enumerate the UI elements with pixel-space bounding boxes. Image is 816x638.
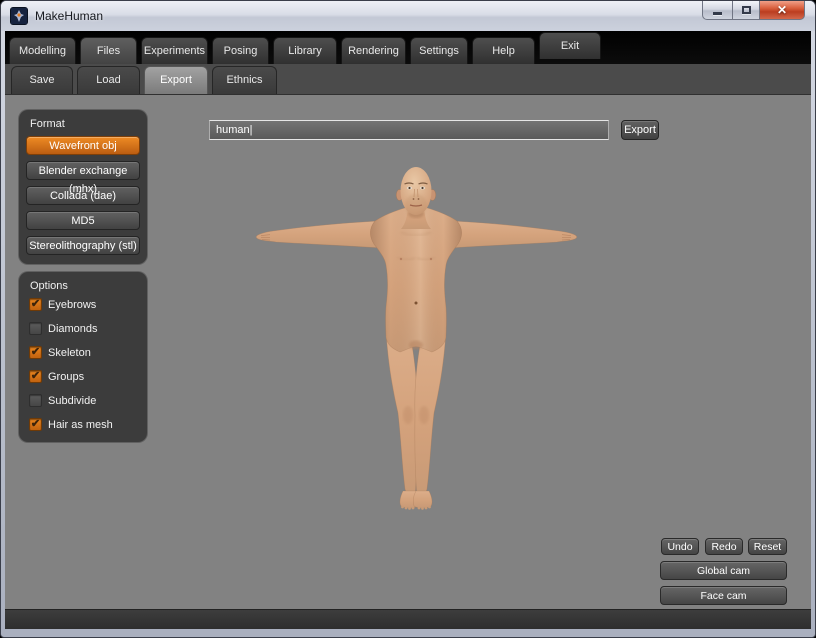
checkbox-hair-as-mesh-box[interactable]: ✔: [29, 418, 42, 431]
checkbox-hair-as-mesh[interactable]: ✔ Hair as mesh: [29, 418, 140, 431]
face-cam-button[interactable]: Face cam: [660, 586, 787, 605]
checkbox-diamonds-label: Diamonds: [48, 323, 98, 335]
checkbox-groups-box[interactable]: ✔: [29, 370, 42, 383]
tab-settings[interactable]: Settings: [410, 37, 468, 64]
tab-load[interactable]: Load: [77, 66, 140, 94]
maximize-icon: [742, 6, 751, 14]
format-panel: Format Wavefront obj Blender exchange (m…: [19, 110, 147, 264]
tab-files[interactable]: Files: [80, 37, 137, 64]
tab-export[interactable]: Export: [144, 66, 208, 94]
makehuman-window: MakeHuman ✕ Modelling Files Experiments …: [0, 0, 816, 638]
check-icon: ✔: [31, 347, 40, 358]
checkbox-groups-label: Groups: [48, 371, 84, 383]
checkbox-groups[interactable]: ✔ Groups: [29, 370, 140, 383]
tab-modelling[interactable]: Modelling: [9, 37, 76, 64]
redo-button[interactable]: Redo: [705, 538, 743, 555]
checkbox-skeleton[interactable]: ✔ Skeleton: [29, 346, 140, 359]
tab-ethnics[interactable]: Ethnics: [212, 66, 277, 94]
files-sub-tab-bar: Save Load Export Ethnics: [5, 64, 811, 95]
check-icon: ✔: [31, 299, 40, 310]
global-cam-button[interactable]: Global cam: [660, 561, 787, 580]
minimize-icon: [713, 12, 722, 15]
tab-experiments[interactable]: Experiments: [141, 37, 208, 64]
tab-rendering[interactable]: Rendering: [341, 37, 406, 64]
checkbox-eyebrows-label: Eyebrows: [48, 299, 96, 311]
check-icon: ✔: [31, 371, 40, 382]
format-blender-mhx[interactable]: Blender exchange (mhx): [26, 161, 140, 180]
minimize-button[interactable]: [702, 1, 732, 20]
options-panel: Options ✔ Eyebrows Diamonds ✔ Skeleton ✔…: [19, 272, 147, 442]
format-panel-title: Format: [30, 118, 140, 130]
checkbox-hair-as-mesh-label: Hair as mesh: [48, 419, 113, 431]
tab-help[interactable]: Help: [472, 37, 535, 64]
tab-posing[interactable]: Posing: [212, 37, 269, 64]
checkbox-diamonds-box[interactable]: [29, 322, 42, 335]
check-icon: ✔: [31, 419, 40, 430]
reset-button[interactable]: Reset: [748, 538, 787, 555]
app-icon: [10, 7, 28, 25]
window-content: Modelling Files Experiments Posing Libra…: [5, 31, 811, 629]
tab-save[interactable]: Save: [11, 66, 73, 94]
close-icon: ✕: [777, 3, 787, 17]
checkbox-subdivide[interactable]: Subdivide: [29, 394, 140, 407]
format-md5[interactable]: MD5: [26, 211, 140, 230]
window-title: MakeHuman: [35, 9, 103, 23]
window-controls: ✕: [702, 1, 805, 20]
checkbox-diamonds[interactable]: Diamonds: [29, 322, 140, 335]
viewport-3d[interactable]: Format Wavefront obj Blender exchange (m…: [5, 95, 811, 609]
undo-button[interactable]: Undo: [661, 538, 699, 555]
checkbox-eyebrows[interactable]: ✔ Eyebrows: [29, 298, 140, 311]
export-button[interactable]: Export: [621, 120, 659, 140]
tab-library[interactable]: Library: [273, 37, 337, 64]
checkbox-subdivide-label: Subdivide: [48, 395, 96, 407]
title-bar[interactable]: MakeHuman ✕: [1, 1, 815, 31]
main-menu-bar: Modelling Files Experiments Posing Libra…: [5, 31, 811, 64]
options-panel-title: Options: [30, 280, 140, 292]
tab-exit[interactable]: Exit: [539, 32, 601, 59]
export-filename-input[interactable]: [209, 120, 609, 140]
format-wavefront-obj[interactable]: Wavefront obj: [26, 136, 140, 155]
format-stereolithography-stl[interactable]: Stereolithography (stl): [26, 236, 140, 255]
checkbox-skeleton-label: Skeleton: [48, 347, 91, 359]
checkbox-eyebrows-box[interactable]: ✔: [29, 298, 42, 311]
close-button[interactable]: ✕: [760, 1, 805, 20]
checkbox-skeleton-box[interactable]: ✔: [29, 346, 42, 359]
format-collada-dae[interactable]: Collada (dae): [26, 186, 140, 205]
checkbox-subdivide-box[interactable]: [29, 394, 42, 407]
maximize-button[interactable]: [732, 1, 760, 20]
status-bar: [5, 609, 811, 629]
